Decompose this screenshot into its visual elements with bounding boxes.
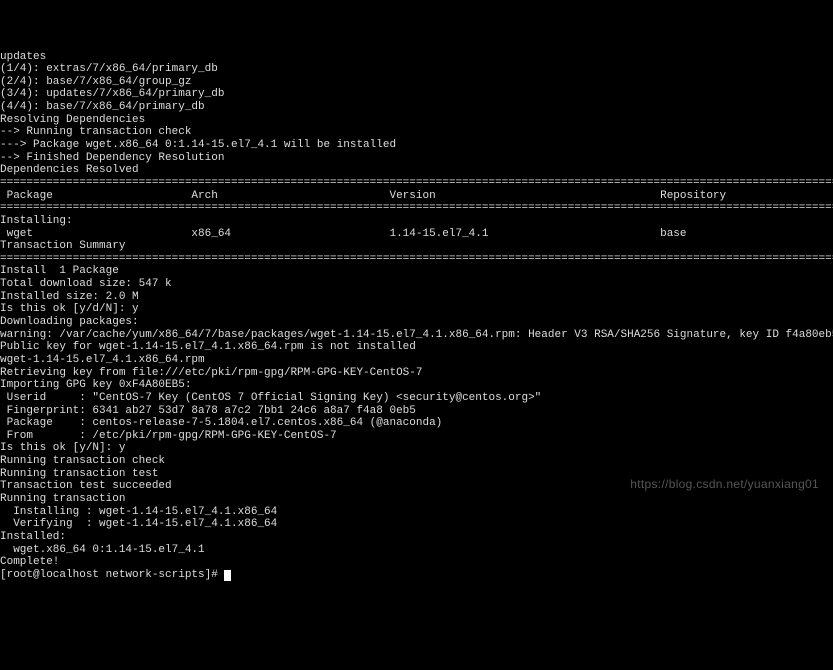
- terminal-line: Complete!: [0, 556, 833, 569]
- terminal-line: Retrieving key from file:///etc/pki/rpm-…: [0, 367, 833, 380]
- terminal-line: Public key for wget-1.14-15.el7_4.1.x86_…: [0, 341, 833, 354]
- terminal-line: Package Arch Version Repository Size: [0, 190, 833, 203]
- terminal-line: Downloading packages:: [0, 316, 833, 329]
- terminal-line: Total download size: 547 k: [0, 278, 833, 291]
- terminal-line: (2/4): base/7/x86_64/group_gz | 166 kB 0…: [0, 76, 833, 89]
- terminal-line: ========================================…: [0, 202, 833, 215]
- terminal-line: wget-1.14-15.el7_4.1.x86_64.rpm | 547 kB…: [0, 354, 833, 367]
- terminal-line: ========================================…: [0, 177, 833, 190]
- terminal-line: Package : centos-release-7-5.1804.el7.ce…: [0, 417, 833, 430]
- terminal-line: Installed size: 2.0 M: [0, 291, 833, 304]
- terminal-line: Dependencies Resolved: [0, 164, 833, 177]
- terminal-line: From : /etc/pki/rpm-gpg/RPM-GPG-KEY-Cent…: [0, 430, 833, 443]
- terminal-line: --> Running transaction check: [0, 126, 833, 139]
- terminal-line: Userid : "CentOS-7 Key (CentOS 7 Officia…: [0, 392, 833, 405]
- terminal-line: (4/4): base/7/x86_64/primary_db | 5.9 MB…: [0, 101, 833, 114]
- terminal-line: Installed:: [0, 531, 833, 544]
- terminal-line: Importing GPG key 0xF4A80EB5:: [0, 379, 833, 392]
- terminal-line: Transaction Summary: [0, 240, 833, 253]
- terminal-line: Installing : wget-1.14-15.el7_4.1.x86_64…: [0, 506, 833, 519]
- terminal-line: (3/4): updates/7/x86_64/primary_db | 2.0…: [0, 88, 833, 101]
- terminal-line: Install 1 Package: [0, 265, 833, 278]
- terminal-line: ---> Package wget.x86_64 0:1.14-15.el7_4…: [0, 139, 833, 152]
- terminal-line: (1/4): extras/7/x86_64/primary_db | 147 …: [0, 63, 833, 76]
- cursor[interactable]: [224, 570, 231, 581]
- terminal-line: Installing:: [0, 215, 833, 228]
- terminal-line: Running transaction check: [0, 455, 833, 468]
- shell-prompt: [root@localhost network-scripts]#: [0, 569, 224, 581]
- terminal-line: warning: /var/cache/yum/x86_64/7/base/pa…: [0, 329, 833, 342]
- terminal-line: Is this ok [y/d/N]: y: [0, 303, 833, 316]
- terminal-line: Fingerprint: 6341 ab27 53d7 8a78 a7c2 7b…: [0, 405, 833, 418]
- terminal-line: ========================================…: [0, 253, 833, 266]
- terminal-line: Is this ok [y/N]: y: [0, 442, 833, 455]
- terminal-line: --> Finished Dependency Resolution: [0, 152, 833, 165]
- terminal-line: Running transaction: [0, 493, 833, 506]
- terminal-line: Verifying : wget-1.14-15.el7_4.1.x86_64 …: [0, 518, 833, 531]
- terminal-line: Resolving Dependencies: [0, 114, 833, 127]
- terminal-line: wget x86_64 1.14-15.el7_4.1 base 547 k: [0, 228, 833, 241]
- watermark-text: https://blog.csdn.net/yuanxiang01: [630, 478, 819, 492]
- terminal-line: wget.x86_64 0:1.14-15.el7_4.1: [0, 544, 833, 557]
- terminal-line: updates | 3.4 kB 00:00:00: [0, 51, 833, 64]
